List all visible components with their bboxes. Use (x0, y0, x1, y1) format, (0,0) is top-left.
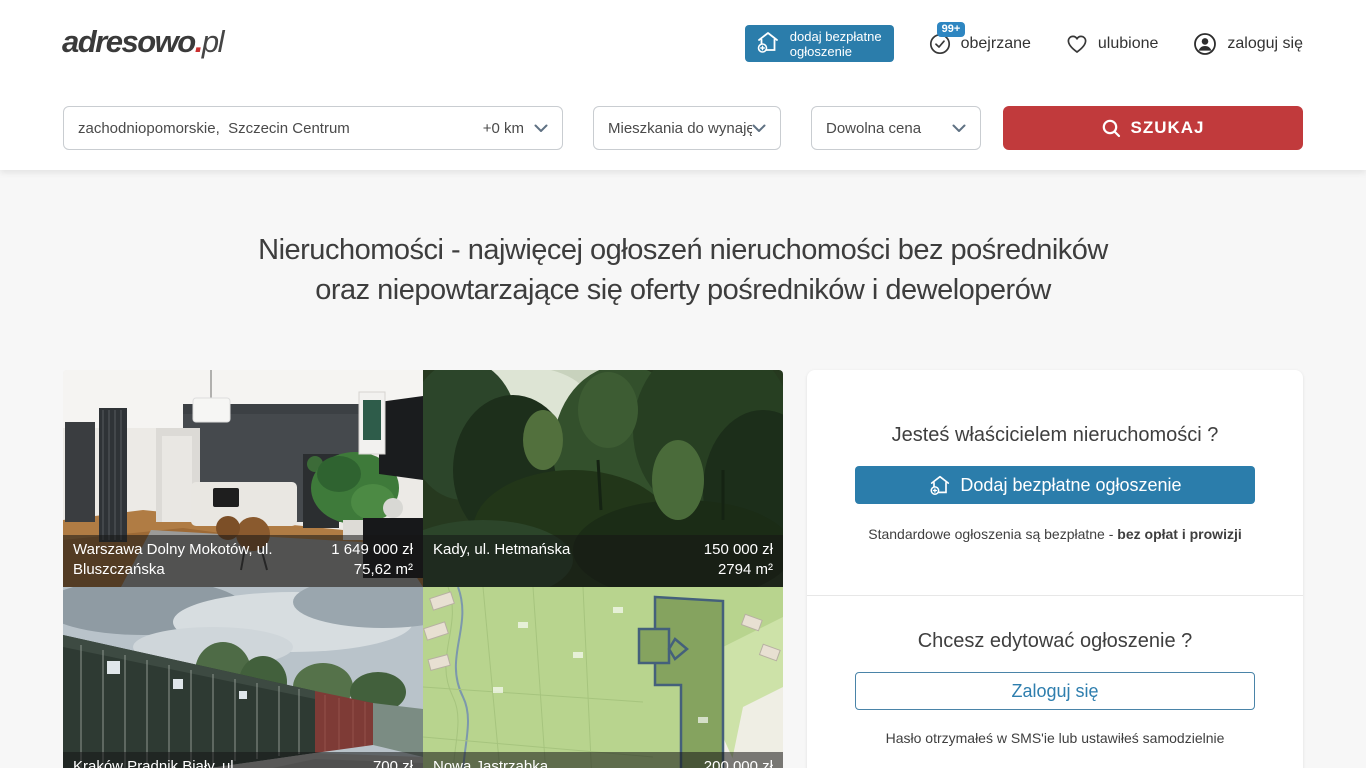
price-dropdown[interactable]: Dowolna cena (811, 106, 981, 150)
property-type-value: Mieszkania do wynajęc (608, 120, 752, 137)
viewed-count-badge: 99+ (937, 22, 966, 37)
add-listing-label-line1: dodaj bezpłatne (790, 29, 882, 44)
radius-value: +0 km (483, 120, 524, 137)
location-search-input[interactable]: zachodniopomorskie, Szczecin Centrum +0 … (63, 106, 563, 150)
listing-caption: Nowa Jastrząbka 200 000 zł (423, 752, 783, 768)
listing-price: 700 zł (373, 757, 413, 768)
site-header: adresowo.pl dodaj bezpłatne ogłoszenie (0, 0, 1366, 170)
heart-icon (1065, 32, 1089, 56)
listing-caption: Kraków Prądnik Biały, ul. 700 zł (63, 752, 423, 768)
add-free-listing-label: Dodaj bezpłatne ogłoszenie (960, 475, 1181, 496)
login-link[interactable]: zaloguj się (1192, 31, 1303, 57)
listing-area: 2794 m² (704, 560, 773, 580)
add-free-listing-button[interactable]: Dodaj bezpłatne ogłoszenie (855, 466, 1255, 504)
listing-price-area: 150 000 zł 2794 m² (704, 540, 773, 580)
listing-caption: Warszawa Dolny Mokotów, ul. Bluszczańska… (63, 535, 423, 587)
radius-dropdown[interactable]: +0 km (483, 120, 548, 137)
check-circle-icon: 99+ (928, 32, 952, 56)
listing-location: Kraków Prądnik Biały, ul. (73, 757, 238, 768)
page-title: Nieruchomości - najwięcej ogłoszeń nieru… (0, 230, 1366, 310)
listing-card[interactable]: Kraków Prądnik Biały, ul. 700 zł (63, 587, 423, 768)
favorites-link[interactable]: ulubione (1065, 32, 1159, 56)
chevron-down-icon (534, 120, 548, 137)
listing-price: 1 649 000 zł (331, 540, 413, 560)
listing-area: 75,62 m² (331, 560, 413, 580)
header-actions: dodaj bezpłatne ogłoszenie 99+ obejrzane (745, 25, 1303, 62)
login-button[interactable]: Zaloguj się (855, 672, 1255, 710)
logo-name: adresowo (62, 24, 195, 59)
search-submit-button[interactable]: SZUKAJ (1003, 106, 1303, 150)
house-plus-icon (928, 473, 952, 497)
viewed-label: obejrzane (961, 35, 1031, 53)
page-title-line2: oraz niepowtarzające się oferty pośredni… (0, 270, 1366, 310)
listing-card[interactable]: Kady, ul. Hetmańska 150 000 zł 2794 m² (423, 370, 783, 587)
login-label: zaloguj się (1227, 35, 1303, 53)
chevron-down-icon (952, 120, 966, 137)
owner-panel: Jesteś właścicielem nieruchomości ? Doda… (807, 370, 1303, 768)
listing-location: Kady, ul. Hetmańska (433, 540, 570, 580)
owner-note: Standardowe ogłoszenia są bezpłatne - be… (807, 526, 1303, 542)
owner-note-regular: Standardowe ogłoszenia są bezpłatne - (868, 526, 1117, 542)
listing-price: 200 000 zł (704, 757, 773, 768)
featured-listings-grid: Warszawa Dolny Mokotów, ul. Bluszczańska… (63, 370, 783, 768)
listing-location: Warszawa Dolny Mokotów, ul. Bluszczańska (73, 540, 313, 580)
add-listing-label: dodaj bezpłatne ogłoszenie (790, 29, 882, 59)
edit-note: Hasło otrzymałeś w SMS'ie lub ustawiłeś … (807, 730, 1303, 746)
sidebar-divider (807, 595, 1303, 596)
listing-caption: Kady, ul. Hetmańska 150 000 zł 2794 m² (423, 535, 783, 587)
listing-price-area: 700 zł (373, 757, 413, 768)
logo-tld: pl (202, 24, 223, 59)
viewed-link[interactable]: 99+ obejrzane (928, 32, 1031, 56)
page-title-line1: Nieruchomości - najwięcej ogłoszeń nieru… (0, 230, 1366, 270)
listing-card[interactable]: Warszawa Dolny Mokotów, ul. Bluszczańska… (63, 370, 423, 587)
price-value: Dowolna cena (826, 120, 952, 137)
owner-note-bold: bez opłat i prowizji (1117, 526, 1241, 542)
listing-price: 150 000 zł (704, 540, 773, 560)
listing-photo-storage-containers (63, 587, 423, 768)
add-listing-button[interactable]: dodaj bezpłatne ogłoszenie (745, 25, 894, 62)
edit-heading: Chcesz edytować ogłoszenie ? (807, 630, 1303, 653)
search-icon (1101, 118, 1122, 139)
listing-price-area: 1 649 000 zł 75,62 m² (331, 540, 413, 580)
favorites-label: ulubione (1098, 35, 1159, 53)
site-logo[interactable]: adresowo.pl (62, 24, 223, 60)
search-submit-label: SZUKAJ (1130, 118, 1204, 138)
logo-dot: . (195, 24, 202, 59)
listing-location: Nowa Jastrząbka (433, 757, 548, 768)
house-plus-icon (755, 29, 781, 58)
listing-price-area: 200 000 zł (704, 757, 773, 768)
owner-heading: Jesteś właścicielem nieruchomości ? (807, 424, 1303, 447)
login-button-label: Zaloguj się (1011, 681, 1098, 702)
listing-card[interactable]: Nowa Jastrząbka 200 000 zł (423, 587, 783, 768)
add-listing-label-line2: ogłoszenie (790, 44, 882, 59)
listing-photo-cadastral-map (423, 587, 783, 768)
homepage: adresowo.pl dodaj bezpłatne ogłoszenie (0, 0, 1366, 768)
person-circle-icon (1192, 31, 1218, 57)
location-search-value: zachodniopomorskie, Szczecin Centrum (78, 120, 475, 137)
chevron-down-icon (752, 120, 766, 137)
property-type-dropdown[interactable]: Mieszkania do wynajęc (593, 106, 781, 150)
